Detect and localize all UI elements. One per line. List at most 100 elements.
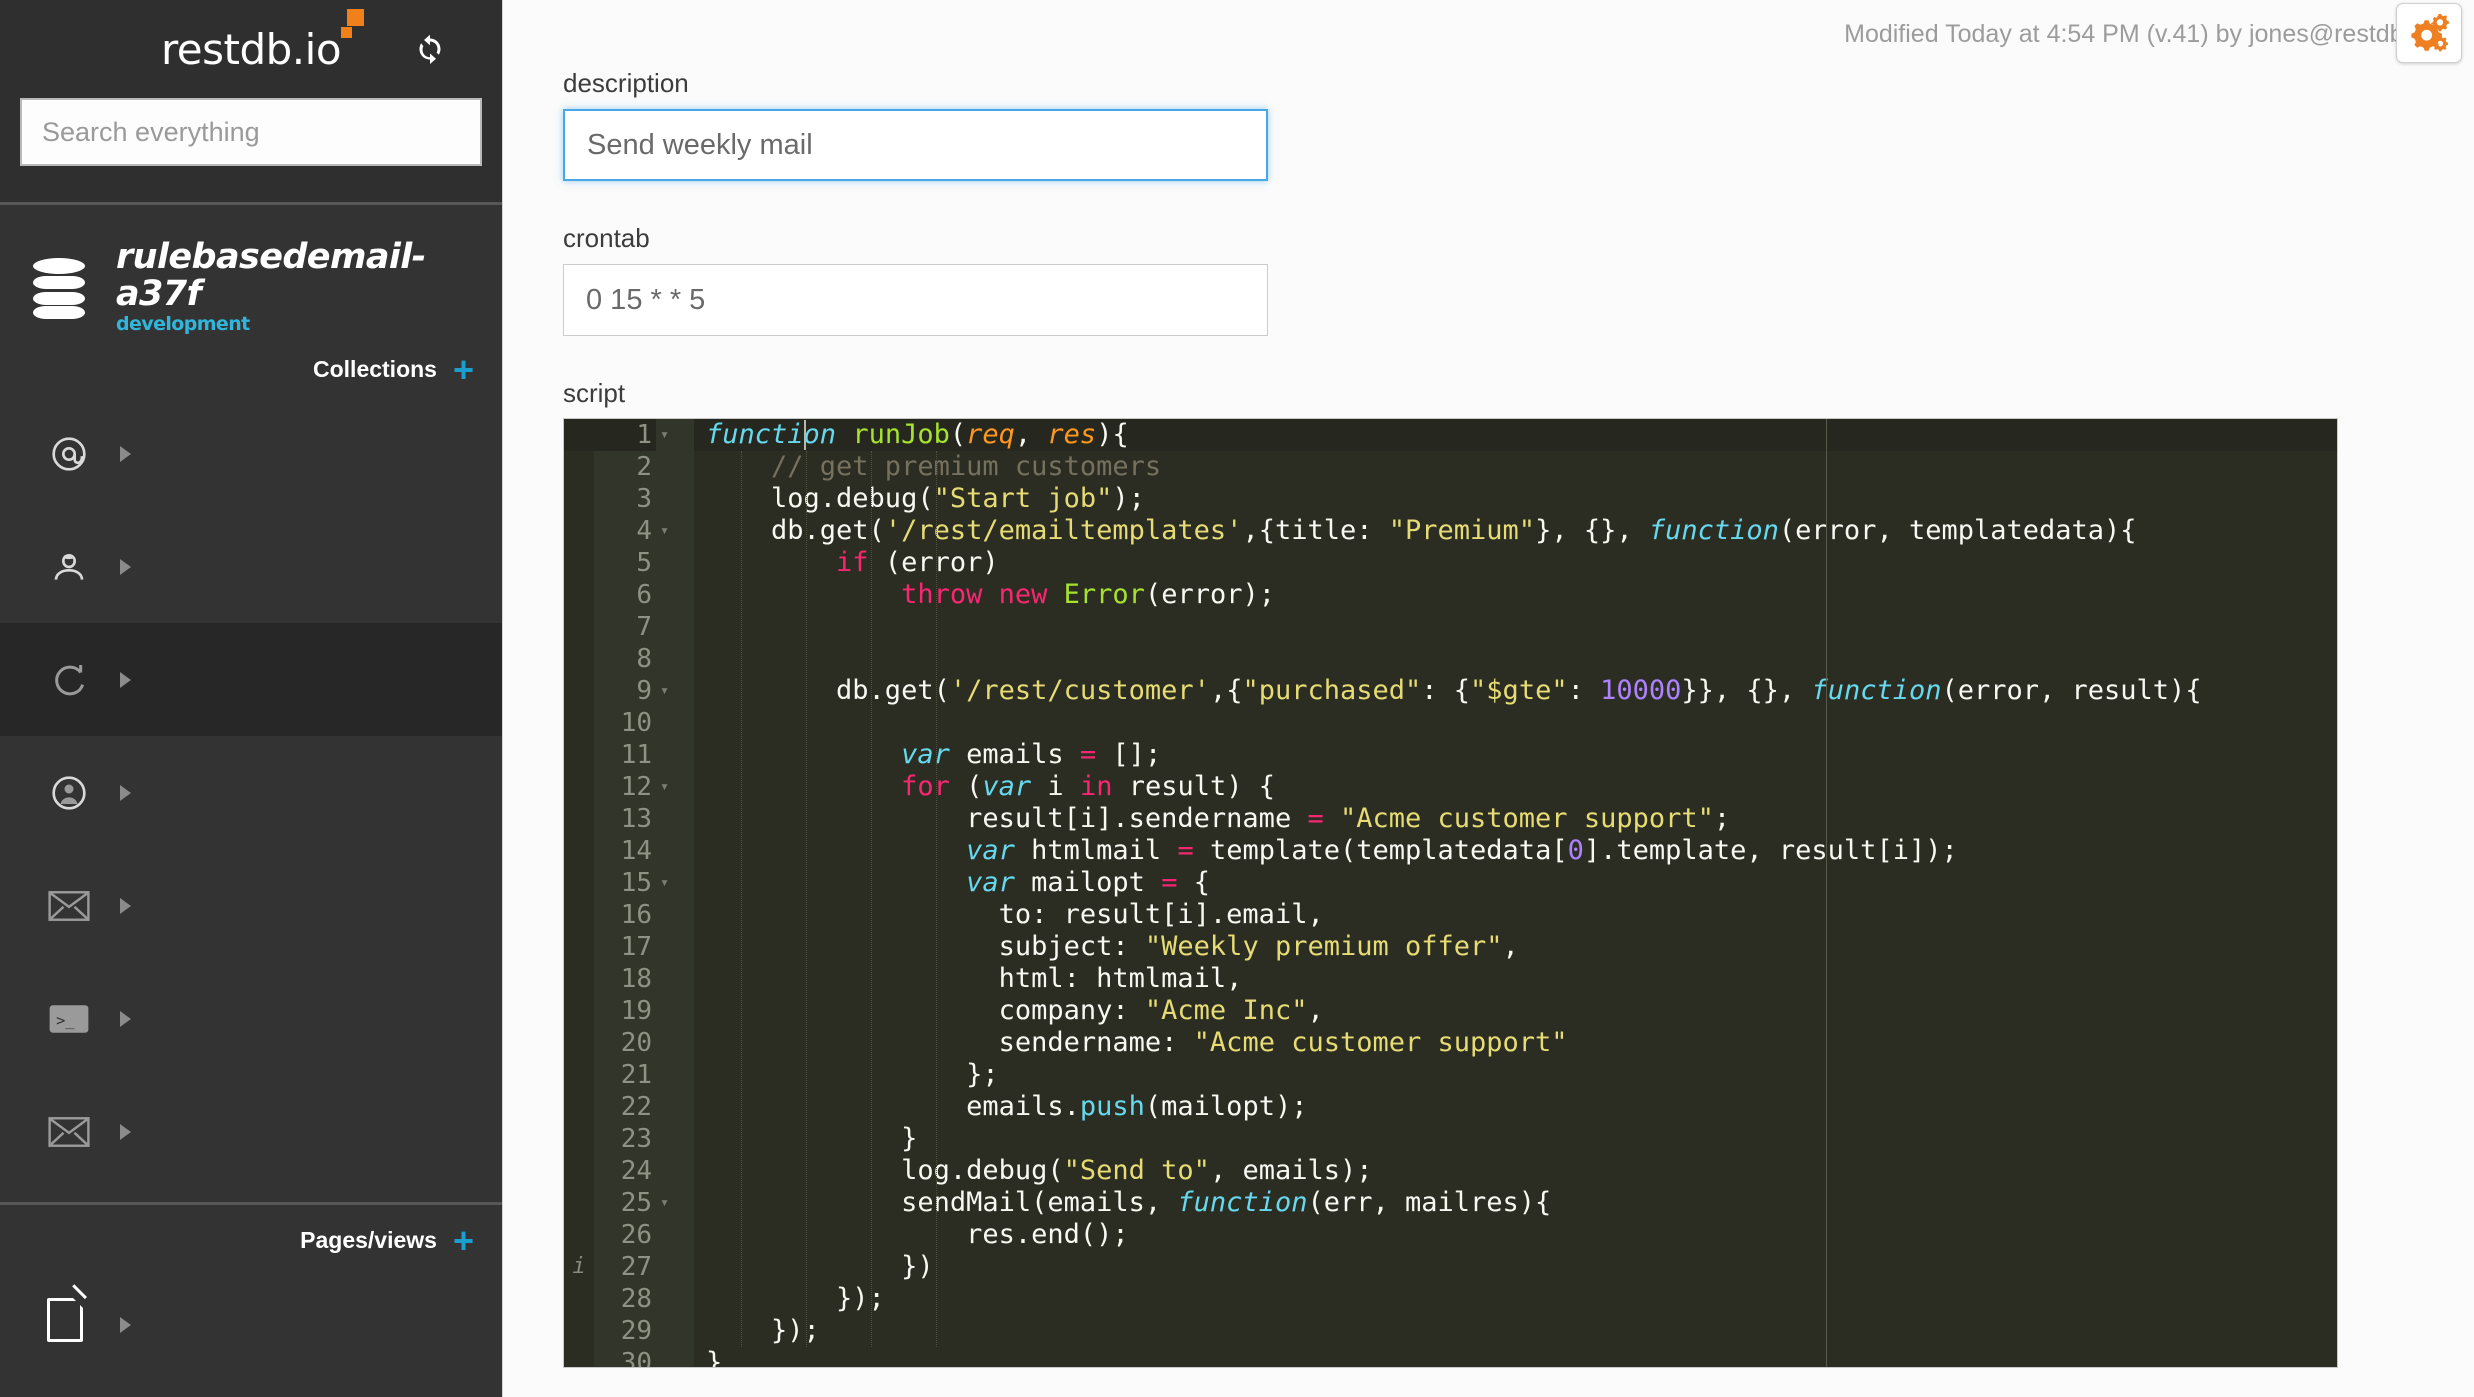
fold-toggle-icon[interactable] xyxy=(656,1315,684,1347)
gears-icon[interactable] xyxy=(2396,3,2462,63)
line-number: 12 xyxy=(594,771,656,803)
code-line[interactable]: 1 ▾ function runJob(req, res){ xyxy=(564,419,2337,451)
script-field-group: script 1 ▾ function runJob(req, res){2 // … xyxy=(563,378,2474,1368)
chevron-right-icon[interactable] xyxy=(98,671,152,688)
pages-label: Pages/views xyxy=(300,1227,437,1254)
fold-toggle-icon[interactable] xyxy=(656,611,684,643)
crontab-input[interactable] xyxy=(563,264,1268,336)
fold-toggle-icon[interactable] xyxy=(656,1059,684,1091)
add-page-icon[interactable]: + xyxy=(453,1222,474,1258)
description-input[interactable] xyxy=(563,109,1268,181)
fold-toggle-icon[interactable]: ▾ xyxy=(656,675,684,707)
fold-toggle-icon[interactable] xyxy=(656,451,684,483)
code-line[interactable]: 30} xyxy=(564,1347,2337,1367)
fold-toggle-icon[interactable] xyxy=(656,899,684,931)
fold-toggle-icon[interactable] xyxy=(656,739,684,771)
fold-toggle-icon[interactable]: ▾ xyxy=(656,771,684,803)
fold-toggle-icon[interactable] xyxy=(656,803,684,835)
code-line[interactable]: 10 xyxy=(564,707,2337,739)
fold-toggle-icon[interactable] xyxy=(656,643,684,675)
fold-toggle-icon[interactable] xyxy=(656,707,684,739)
line-number: 3 xyxy=(594,483,656,515)
code-line[interactable]: 5 if (error) xyxy=(564,547,2337,579)
code-line[interactable]: 15 ▾ var mailopt = { xyxy=(564,867,2337,899)
fold-toggle-icon[interactable] xyxy=(656,1027,684,1059)
fold-toggle-icon[interactable] xyxy=(656,931,684,963)
sidebar-item-system_jobs[interactable] xyxy=(0,623,502,737)
fold-toggle-icon[interactable] xyxy=(656,1123,684,1155)
chevron-right-icon[interactable] xyxy=(98,1316,152,1333)
fold-toggle-icon[interactable] xyxy=(656,547,684,579)
code-line[interactable]: 19 company: "Acme Inc", xyxy=(564,995,2337,1027)
chevron-right-icon[interactable] xyxy=(98,897,152,914)
at-sign-icon xyxy=(40,434,98,474)
code-editor[interactable]: 1 ▾ function runJob(req, res){2 // get pre… xyxy=(563,418,2338,1368)
code-line[interactable]: 2 // get premium customers xyxy=(564,451,2337,483)
fold-toggle-icon[interactable] xyxy=(656,1219,684,1251)
line-number: 28 xyxy=(594,1283,656,1315)
chevron-right-icon[interactable] xyxy=(98,784,152,801)
fold-toggle-icon[interactable] xyxy=(656,579,684,611)
code-line[interactable]: 7 xyxy=(564,611,2337,643)
fold-toggle-icon[interactable]: ▾ xyxy=(656,1187,684,1219)
fold-toggle-icon[interactable] xyxy=(656,835,684,867)
code-line[interactable]: 11 var emails = []; xyxy=(564,739,2337,771)
code-line[interactable]: i 27 }) xyxy=(564,1251,2337,1283)
code-line[interactable]: 6 throw new Error(error); xyxy=(564,579,2337,611)
fold-toggle-icon[interactable] xyxy=(656,1155,684,1187)
envelope-icon xyxy=(40,890,98,922)
sidebar-item-emailtemplates[interactable] xyxy=(0,397,502,510)
gutter-pad xyxy=(684,707,694,739)
sidebar-item-customer[interactable] xyxy=(0,510,502,623)
sidebar-page-fluid[interactable] xyxy=(0,1268,502,1381)
fold-toggle-icon[interactable] xyxy=(656,995,684,1027)
chevron-right-icon[interactable] xyxy=(98,445,152,462)
code-line[interactable]: 8 xyxy=(564,643,2337,675)
code-line[interactable]: 21 }; xyxy=(564,1059,2337,1091)
code-line[interactable]: 23 } xyxy=(564,1123,2337,1155)
chevron-right-icon[interactable] xyxy=(98,1010,152,1027)
sidebar-item-system_log[interactable]: >_ xyxy=(0,962,502,1075)
code-line[interactable]: 9 ▾ db.get('/rest/customer',{"purchased":… xyxy=(564,675,2337,707)
fold-toggle-icon[interactable] xyxy=(656,963,684,995)
fold-toggle-icon[interactable]: ▾ xyxy=(656,867,684,899)
fold-toggle-icon[interactable]: ▾ xyxy=(656,515,684,547)
code-text: company: "Acme Inc", xyxy=(706,995,1324,1026)
brand-logo[interactable]: restdb.io xyxy=(161,8,365,74)
brand-square-small-icon xyxy=(341,26,353,38)
fold-toggle-icon[interactable] xyxy=(656,1347,684,1367)
chevron-right-icon[interactable] xyxy=(98,1123,152,1140)
code-line[interactable]: 22 emails.push(mailopt); xyxy=(564,1091,2337,1123)
search-input[interactable] xyxy=(20,98,482,166)
line-number: 15 xyxy=(594,867,656,899)
collections-header: Collections + xyxy=(0,334,502,397)
code-line[interactable]: 20 sendername: "Acme customer support" xyxy=(564,1027,2337,1059)
fold-toggle-icon[interactable] xyxy=(656,483,684,515)
code-line[interactable]: 18 html: htmlmail, xyxy=(564,963,2337,995)
sidebar-item-email_outbound[interactable] xyxy=(0,1075,502,1188)
sidebar-item-users[interactable] xyxy=(0,736,502,849)
code-line[interactable]: 24 log.debug("Send to", emails); xyxy=(564,1155,2337,1187)
code-line[interactable]: 28 }); xyxy=(564,1283,2337,1315)
fold-toggle-icon[interactable] xyxy=(656,1091,684,1123)
code-line[interactable]: 16 to: result[i].email, xyxy=(564,899,2337,931)
code-line[interactable]: 14 var htmlmail = template(templatedata[… xyxy=(564,835,2337,867)
code-line[interactable]: 25 ▾ sendMail(emails, function(err, mailr… xyxy=(564,1187,2337,1219)
add-collection-icon[interactable]: + xyxy=(453,351,474,387)
code-line[interactable]: 26 res.end(); xyxy=(564,1219,2337,1251)
refresh-icon[interactable] xyxy=(408,27,452,71)
fold-toggle-icon[interactable]: ▾ xyxy=(656,419,684,451)
code-line[interactable]: 3 log.debug("Start job"); xyxy=(564,483,2337,515)
code-line[interactable]: 12 ▾ for (var i in result) { xyxy=(564,771,2337,803)
line-number: 7 xyxy=(594,611,656,643)
sidebar-item-email_inbound[interactable] xyxy=(0,849,502,962)
code-line[interactable]: 29 }); xyxy=(564,1315,2337,1347)
code-line[interactable]: 13 result[i].sendername = "Acme customer… xyxy=(564,803,2337,835)
fold-toggle-icon[interactable] xyxy=(656,1283,684,1315)
code-line[interactable]: 17 subject: "Weekly premium offer", xyxy=(564,931,2337,963)
fold-toggle-icon[interactable] xyxy=(656,1251,684,1283)
database-row[interactable]: rulebasedemail-a37f development xyxy=(0,239,502,334)
code-line[interactable]: 4 ▾ db.get('/rest/emailtemplates',{title:… xyxy=(564,515,2337,547)
line-number: 6 xyxy=(594,579,656,611)
chevron-right-icon[interactable] xyxy=(98,558,152,575)
